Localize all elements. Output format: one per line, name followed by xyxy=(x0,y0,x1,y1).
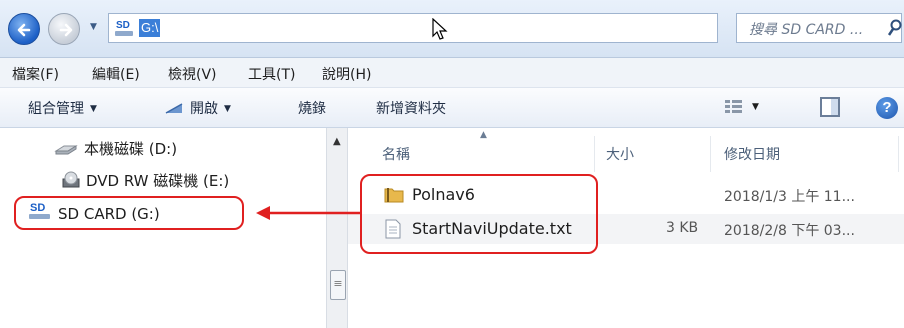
dvd-drive-icon xyxy=(62,171,80,188)
organize-label: 組合管理 xyxy=(28,101,84,117)
menu-view[interactable]: 檢視(V) xyxy=(168,64,217,84)
burn-button[interactable]: 燒錄 xyxy=(298,98,326,118)
local-disk-icon xyxy=(54,145,78,155)
column-divider[interactable] xyxy=(710,136,711,172)
nav-item-dvd-drive[interactable]: DVD RW 磁碟機 (E:) xyxy=(62,170,229,191)
preview-pane-icon[interactable] xyxy=(820,97,840,117)
history-dropdown-icon[interactable]: ▼ xyxy=(90,22,102,34)
address-path[interactable]: G:\ xyxy=(139,19,161,37)
file-size: 3 KB xyxy=(666,220,699,236)
search-icon[interactable] xyxy=(887,19,903,37)
menu-tools[interactable]: 工具(T) xyxy=(248,64,295,84)
mouse-cursor-icon xyxy=(432,18,448,40)
address-toolbar: ▼ SD G:\ ▼ ⇆ 搜尋 SD CARD ... xyxy=(0,0,904,58)
back-arrow-icon xyxy=(17,23,31,37)
column-header-name[interactable]: 名稱 xyxy=(382,144,410,164)
new-folder-button[interactable]: 新增資料夾 xyxy=(376,98,446,118)
forward-button[interactable] xyxy=(48,13,80,45)
open-button[interactable]: 開啟 ▼ xyxy=(164,98,231,118)
view-caret-icon[interactable]: ▼ xyxy=(752,102,759,112)
svg-text:SD: SD xyxy=(116,20,130,31)
sd-card-icon: SD xyxy=(115,20,133,36)
command-toolbar: 組合管理 ▼ 開啟 ▼ 燒錄 新增資料夾 ▼ ? xyxy=(0,88,904,128)
menu-edit[interactable]: 編輯(E) xyxy=(92,64,140,84)
open-icon xyxy=(165,103,183,114)
organize-button[interactable]: 組合管理 ▼ xyxy=(28,98,97,118)
sort-ascending-icon: ▲ xyxy=(480,130,487,140)
column-divider[interactable] xyxy=(594,136,595,172)
sd-card-highlight-box xyxy=(14,196,244,230)
search-input[interactable]: 搜尋 SD CARD ... xyxy=(736,13,902,43)
files-highlight-box xyxy=(360,174,598,254)
menu-help[interactable]: 說明(H) xyxy=(322,64,371,84)
file-date: 2018/1/3 上午 11... xyxy=(724,189,855,205)
address-input[interactable]: SD G:\ ▼ ⇆ xyxy=(108,13,818,43)
column-header-size[interactable]: 大小 xyxy=(606,144,634,164)
column-divider[interactable] xyxy=(898,136,899,172)
organize-caret-icon: ▼ xyxy=(90,104,97,114)
open-label: 開啟 xyxy=(190,101,218,117)
nav-item-label: DVD RW 磁碟機 (E:) xyxy=(86,172,230,190)
nav-item-label: 本機磁碟 (D:) xyxy=(84,140,178,158)
view-options-icon[interactable] xyxy=(724,98,744,116)
help-icon[interactable]: ? xyxy=(876,97,898,119)
menu-file[interactable]: 檔案(F) xyxy=(12,64,59,84)
search-placeholder: 搜尋 SD CARD ... xyxy=(749,22,864,38)
forward-arrow-icon xyxy=(59,23,73,37)
scroll-thumb[interactable]: ≡ xyxy=(330,270,346,300)
back-button[interactable] xyxy=(8,13,40,45)
scroll-up-icon[interactable]: ▲ xyxy=(333,136,341,147)
column-header-date[interactable]: 修改日期 xyxy=(724,144,780,164)
menu-bar: 檔案(F) 編輯(E) 檢視(V) 工具(T) 說明(H) xyxy=(0,58,904,88)
file-date: 2018/2/8 下午 03... xyxy=(724,223,855,239)
nav-item-local-disk[interactable]: 本機磁碟 (D:) xyxy=(54,138,177,159)
nav-scrollbar[interactable]: ▲ ≡ xyxy=(326,128,348,328)
open-caret-icon: ▼ xyxy=(224,104,231,114)
red-arrow-icon xyxy=(256,206,362,220)
